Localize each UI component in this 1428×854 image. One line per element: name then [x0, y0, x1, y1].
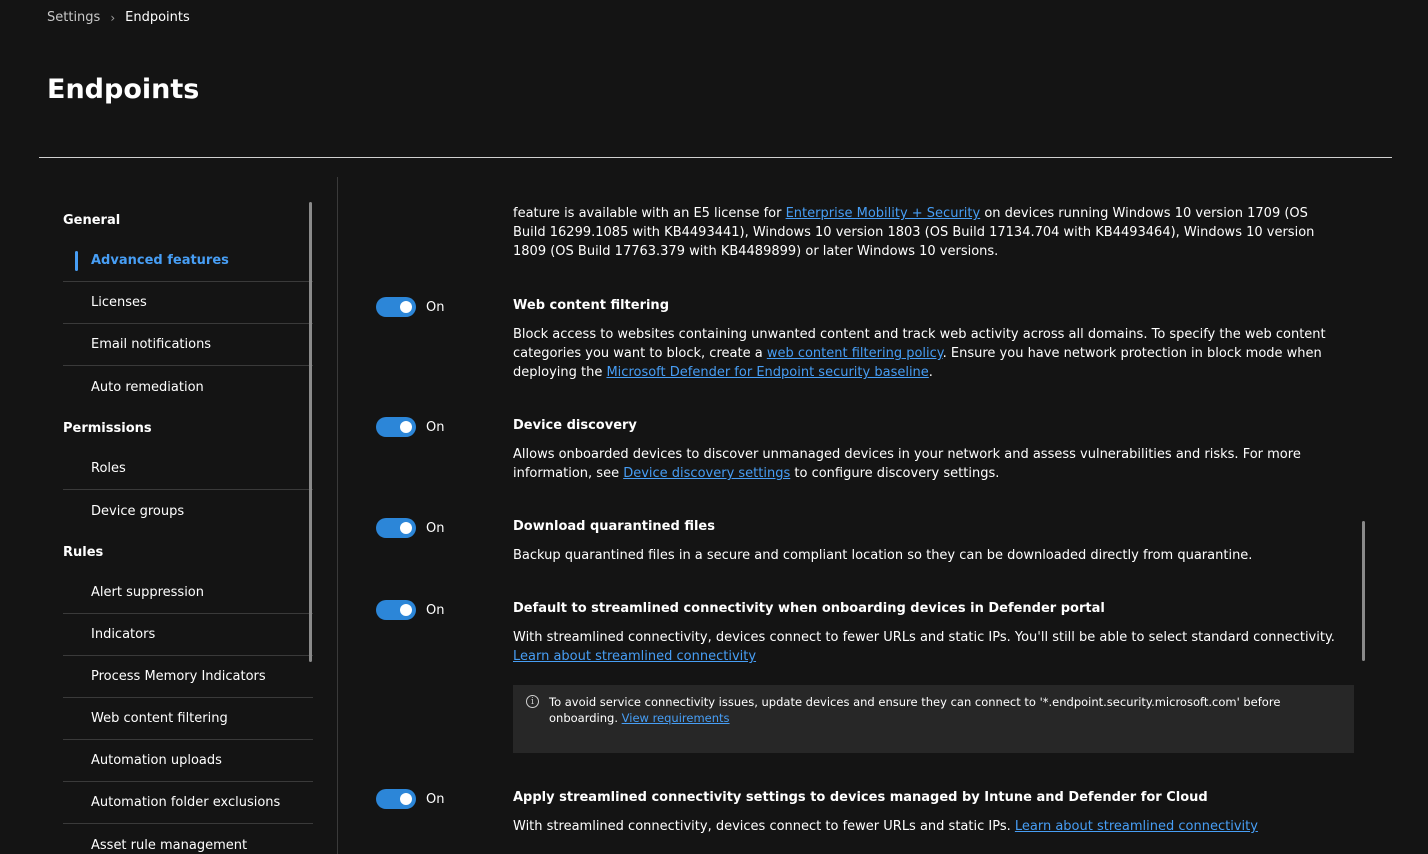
setting-description: Allows onboarded devices to discover unm…: [513, 445, 1353, 483]
toggle-state-label: On: [426, 520, 445, 536]
view-requirements-link[interactable]: View requirements: [622, 711, 730, 725]
toggle-knob: [400, 301, 412, 313]
toggle-state-label: On: [426, 791, 445, 807]
sidebar-item-process-memory-indicators[interactable]: Process Memory Indicators: [63, 656, 313, 698]
sidebar-item-automation-uploads[interactable]: Automation uploads: [63, 740, 313, 782]
toggle-knob: [400, 522, 412, 534]
chevron-right-icon: ›: [110, 10, 116, 25]
sidebar-item-auto-remediation[interactable]: Auto remediation: [63, 366, 313, 408]
breadcrumb: Settings › Endpoints: [47, 10, 190, 25]
sidebar-item-roles[interactable]: Roles: [63, 448, 313, 490]
header-divider: [39, 157, 1392, 158]
desc-text: to configure discovery settings.: [790, 466, 1000, 481]
toggle-group: On: [376, 518, 444, 538]
intro-text-a: feature is available with an E5 license …: [513, 206, 786, 221]
setting-title: Device discovery: [513, 418, 637, 433]
sidebar-item-licenses[interactable]: Licenses: [63, 282, 313, 324]
toggle-knob: [400, 793, 412, 805]
toggle-group: On: [376, 297, 444, 317]
sidebar-item-email-notifications[interactable]: Email notifications: [63, 324, 313, 366]
setting-title: Web content filtering: [513, 298, 669, 313]
breadcrumb-current: Endpoints: [125, 10, 190, 25]
device-discovery-toggle[interactable]: [376, 417, 416, 437]
toggle-group: On: [376, 417, 444, 437]
setting-title: Download quarantined files: [513, 519, 715, 534]
sidebar-item-device-groups[interactable]: Device groups: [63, 490, 313, 532]
info-icon: i: [526, 695, 539, 708]
sidebar-item-advanced-features[interactable]: Advanced features: [63, 240, 313, 282]
sidebar-item-web-content-filtering[interactable]: Web content filtering: [63, 698, 313, 740]
settings-sidebar: General Advanced features Licenses Email…: [63, 200, 313, 854]
apply-streamlined-connectivity-toggle[interactable]: [376, 789, 416, 809]
page: Settings › Endpoints Endpoints General A…: [0, 0, 1428, 854]
sidebar-divider: [337, 177, 338, 854]
sidebar-item-indicators[interactable]: Indicators: [63, 614, 313, 656]
learn-streamlined-connectivity-link-2[interactable]: Learn about streamlined connectivity: [1015, 819, 1258, 834]
toggle-group: On: [376, 600, 444, 620]
download-quarantined-files-toggle[interactable]: [376, 518, 416, 538]
sidebar-item-automation-folder-exclusions[interactable]: Automation folder exclusions: [63, 782, 313, 824]
device-discovery-settings-link[interactable]: Device discovery settings: [623, 466, 790, 481]
learn-streamlined-connectivity-link[interactable]: Learn about streamlined connectivity: [513, 649, 756, 664]
page-title: Endpoints: [47, 74, 200, 105]
setting-title: Apply streamlined connectivity settings …: [513, 790, 1208, 805]
toggle-knob: [400, 604, 412, 616]
web-content-filtering-policy-link[interactable]: web content filtering policy: [767, 346, 943, 361]
sidebar-item-asset-rule-management[interactable]: Asset rule management: [63, 824, 313, 854]
security-baseline-link[interactable]: Microsoft Defender for Endpoint security…: [606, 365, 928, 380]
sidebar-item-alert-suppression[interactable]: Alert suppression: [63, 572, 313, 614]
nav-section-rules: Rules: [63, 544, 104, 560]
toggle-group: On: [376, 789, 444, 809]
desc-text: .: [928, 365, 933, 380]
setting-description: Block access to websites containing unwa…: [513, 325, 1353, 382]
advanced-features-content: feature is available with an E5 license …: [370, 177, 1370, 854]
default-streamlined-connectivity-toggle[interactable]: [376, 600, 416, 620]
setting-description: With streamlined connectivity, devices c…: [513, 817, 1353, 836]
nav-section-permissions: Permissions: [63, 420, 152, 436]
setting-description: With streamlined connectivity, devices c…: [513, 628, 1353, 666]
desc-text: With streamlined connectivity, devices c…: [513, 630, 1335, 645]
intro-text: feature is available with an E5 license …: [513, 204, 1343, 261]
content-scrollbar[interactable]: [1362, 521, 1365, 661]
desc-text: Backup quarantined files in a secure and…: [513, 548, 1253, 563]
nav-section-general: General: [63, 212, 121, 228]
sidebar-scrollbar[interactable]: [309, 202, 312, 662]
enterprise-mobility-link[interactable]: Enterprise Mobility + Security: [786, 206, 981, 221]
desc-text: With streamlined connectivity, devices c…: [513, 819, 1015, 834]
toggle-state-label: On: [426, 299, 445, 315]
web-content-filtering-toggle[interactable]: [376, 297, 416, 317]
toggle-knob: [400, 421, 412, 433]
setting-title: Default to streamlined connectivity when…: [513, 601, 1105, 616]
breadcrumb-settings-link[interactable]: Settings: [47, 10, 100, 25]
connectivity-info-message: i To avoid service connectivity issues, …: [513, 685, 1354, 753]
toggle-state-label: On: [426, 602, 445, 618]
setting-description: Backup quarantined files in a secure and…: [513, 546, 1353, 565]
toggle-state-label: On: [426, 419, 445, 435]
